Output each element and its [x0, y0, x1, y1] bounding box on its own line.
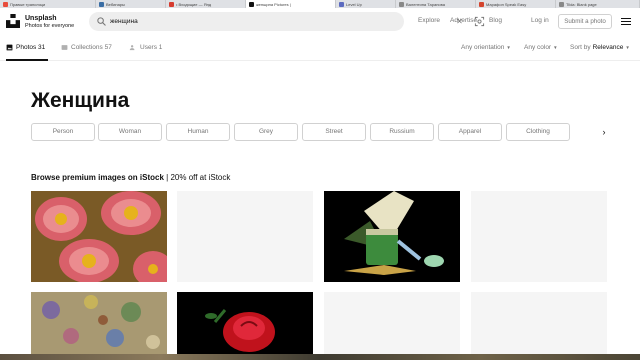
brand-name: Unsplash: [25, 15, 57, 22]
tab-photos-label: Photos 31: [16, 44, 46, 51]
submit-photo-button[interactable]: Submit a photo: [558, 14, 612, 29]
istock-image-still-life[interactable]: [324, 191, 460, 282]
browser-tab[interactable]: Level Up: [336, 0, 396, 8]
related-chip[interactable]: Clothing: [506, 123, 570, 141]
chevron-down-icon: ▼: [506, 45, 511, 50]
desktop-bottom-strip: [0, 354, 640, 360]
users-icon: [129, 45, 135, 51]
browser-tab[interactable]: Tilda: Blank page: [556, 0, 640, 8]
photo-icon: [6, 44, 13, 51]
browser-tab-label: Level Up: [346, 1, 362, 7]
tab-favicon-icon: [479, 1, 484, 7]
chevron-down-icon: ▼: [625, 45, 630, 50]
login-link[interactable]: Log in: [531, 17, 549, 24]
beads-image: [31, 292, 167, 354]
collections-icon: [61, 45, 68, 50]
image-placeholder[interactable]: [471, 191, 607, 282]
chevron-right-icon[interactable]: ›: [598, 126, 610, 138]
orientation-filter[interactable]: Any orientation ▼: [461, 44, 511, 51]
browser-tab-label: женщина Pictures |: [256, 1, 291, 7]
istock-image-beads[interactable]: [31, 292, 167, 354]
rose-image: [177, 292, 313, 354]
tab-favicon-icon: [339, 1, 344, 7]
tab-collections[interactable]: Collections 57: [61, 44, 112, 51]
browser-tab-label: Валентина Таранова: [406, 1, 445, 7]
related-searches: Person Woman Human Grey Street Russium A…: [31, 123, 606, 141]
browser-tab-label: Марафон Speak Easy: [486, 1, 527, 7]
browser-tab-label: Вебинары: [106, 1, 125, 7]
search-bar: ✕: [89, 12, 485, 31]
istock-banner[interactable]: Browse premium images on iStock | 20% of…: [31, 173, 230, 182]
related-chip[interactable]: Russium: [370, 123, 434, 141]
search-icon[interactable]: [96, 16, 107, 27]
tab-favicon-icon: [399, 1, 404, 7]
menu-icon[interactable]: [621, 18, 631, 26]
chevron-down-icon: ▼: [553, 45, 558, 50]
tab-favicon-icon: [3, 1, 8, 7]
sort-prefix: Sort by: [570, 44, 591, 51]
sort-value: Relevance: [592, 44, 624, 51]
sort-filter[interactable]: Sort by Relevance ▼: [570, 44, 630, 51]
tab-favicon-icon: [99, 1, 104, 7]
browser-tab-label: • Входящие — Янд: [176, 1, 212, 7]
browser-tab[interactable]: Марафон Speak Easy: [476, 0, 556, 8]
page-title: Женщина: [31, 89, 130, 112]
flowers-image: [31, 191, 167, 282]
search-subnav: Photos 31 Collections 57 Users 1 Any ori…: [0, 37, 640, 61]
brand[interactable]: Unsplash Photos for everyone: [25, 15, 74, 30]
related-chip[interactable]: Grey: [234, 123, 298, 141]
related-chip[interactable]: Person: [31, 123, 95, 141]
istock-image-rose[interactable]: [177, 292, 313, 354]
istock-lead: Browse premium images on iStock: [31, 173, 164, 182]
color-filter-label: Any color: [524, 44, 552, 51]
brand-tagline: Photos for everyone: [25, 23, 75, 29]
istock-offer: | 20% off at iStock: [166, 173, 231, 182]
color-filter[interactable]: Any color ▼: [524, 44, 558, 51]
tab-favicon-icon: [249, 1, 254, 7]
still-life-image: [324, 191, 460, 282]
nav-explore[interactable]: Explore: [418, 17, 440, 24]
nav-blog[interactable]: Blog: [489, 17, 502, 24]
related-chip[interactable]: Woman: [98, 123, 162, 141]
tab-collections-label: Collections 57: [71, 44, 112, 51]
browser-tab-label: Tilda: Blank page: [566, 1, 597, 7]
istock-image-flowers[interactable]: [31, 191, 167, 282]
active-tab-indicator: [6, 59, 48, 61]
tab-favicon-icon: [559, 1, 564, 7]
site-header: Unsplash Photos for everyone ✕ Explore A…: [0, 8, 640, 37]
browser-tab[interactable]: Правые трансляци: [0, 0, 96, 8]
orientation-filter-label: Any orientation: [461, 44, 505, 51]
search-input[interactable]: [110, 15, 350, 28]
related-chip[interactable]: Apparel: [438, 123, 502, 141]
browser-tab-strip: Правые трансляци Вебинары • Входящие — Янд…: [0, 0, 640, 8]
browser-tab-label: Правые трансляци: [10, 1, 46, 7]
unsplash-logo-icon[interactable]: [6, 14, 20, 28]
image-placeholder[interactable]: [177, 191, 313, 282]
browser-tab[interactable]: Валентина Таранова: [396, 0, 476, 8]
related-chip[interactable]: Human: [166, 123, 230, 141]
related-chip[interactable]: Street: [302, 123, 366, 141]
browser-tab[interactable]: • Входящие — Янд: [166, 0, 246, 8]
tab-users-label: Users 1: [140, 44, 163, 51]
browser-tab[interactable]: женщина Pictures |: [246, 0, 336, 8]
browser-tab[interactable]: Вебинары: [96, 0, 166, 8]
image-placeholder[interactable]: [324, 292, 460, 354]
nav-advertise[interactable]: Advertise: [450, 17, 477, 24]
tab-users[interactable]: Users 1: [129, 44, 162, 51]
tab-favicon-icon: [169, 1, 174, 7]
tab-photos[interactable]: Photos 31: [6, 44, 45, 51]
image-placeholder[interactable]: [471, 292, 607, 354]
